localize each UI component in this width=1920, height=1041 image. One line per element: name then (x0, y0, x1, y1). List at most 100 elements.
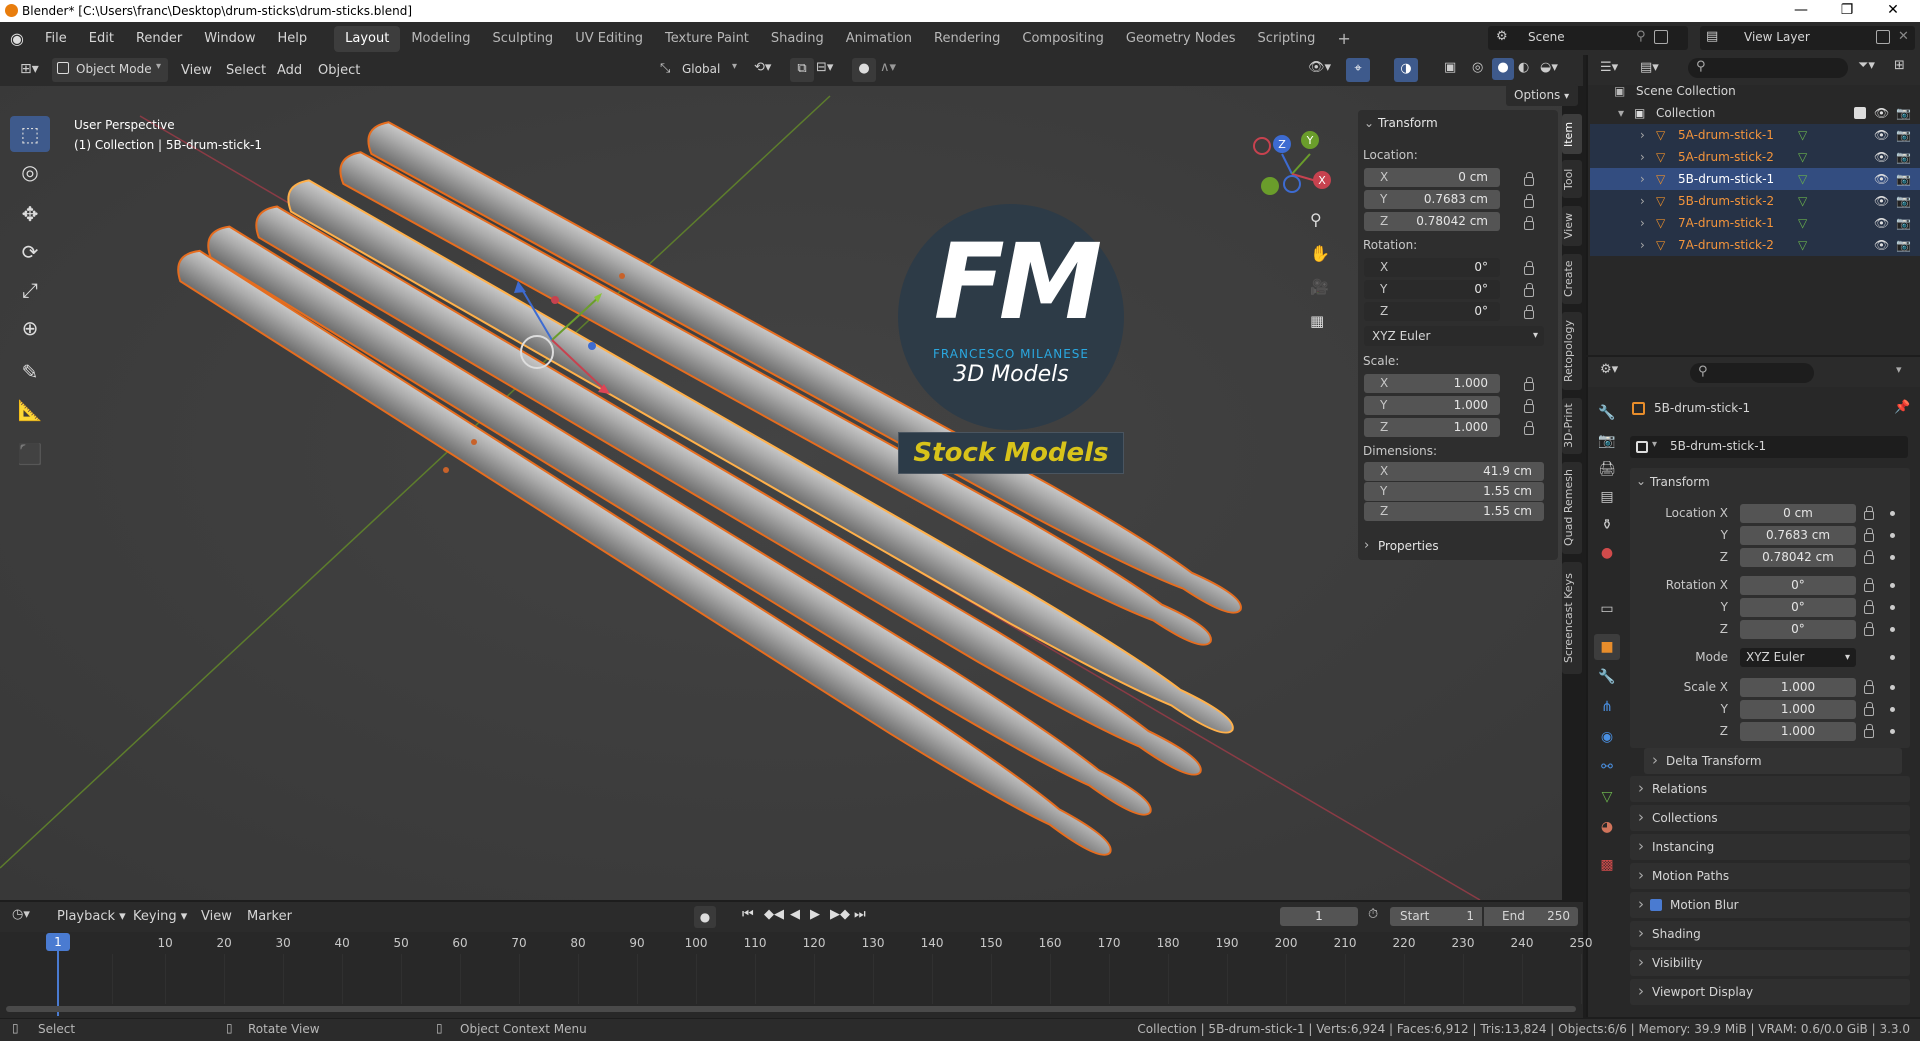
prop-rotation-y-field[interactable]: 0° (1740, 598, 1856, 617)
play-icon[interactable]: ▶ (810, 907, 820, 922)
npanel-properties-section[interactable]: Properties (1378, 539, 1439, 553)
properties-section-visibility[interactable]: Visibility (1630, 949, 1910, 976)
properties-section-relations[interactable]: Relations (1630, 775, 1910, 802)
workspace-tab-compositing[interactable]: Compositing (1011, 26, 1115, 52)
prop-scale-x-field[interactable]: 1.000 (1740, 678, 1856, 697)
outliner-item-label[interactable]: 7A-drum-stick-1 (1678, 212, 1774, 234)
options-dropdown[interactable]: Options ▾ (1506, 84, 1578, 106)
scale-tool[interactable]: ⤢ (10, 272, 50, 308)
keyframe-dot-icon[interactable] (1890, 685, 1895, 690)
outliner-item[interactable]: › ▽ 5B-drum-stick-1 ▽ 👁 📷 (1590, 168, 1920, 190)
render-properties-tab[interactable]: 📷 (1594, 428, 1620, 454)
scene-selector[interactable]: ⚙ Scene ⚲ (1488, 26, 1688, 50)
play-reverse-icon[interactable]: ◀ (790, 907, 800, 922)
transform-orientation-dropdown[interactable]: ⤡ Global ▾ (656, 58, 744, 82)
measure-tool[interactable]: 📐 (10, 392, 50, 428)
outliner-item[interactable]: › ▽ 5B-drum-stick-2 ▽ 👁 📷 (1590, 190, 1920, 212)
zoom-icon[interactable]: ⚲ (1310, 210, 1322, 229)
jump-start-icon[interactable]: ⏮ (742, 907, 754, 922)
maximize-button[interactable]: ❐ (1824, 0, 1870, 22)
lock-icon[interactable] (1864, 680, 1874, 694)
next-keyframe-icon[interactable]: ▶◆ (830, 907, 850, 922)
remove-view-layer-icon[interactable]: ✕ (1898, 29, 1909, 44)
sidebar-tab-tool[interactable]: Tool (1562, 160, 1582, 198)
chevron-right-icon[interactable]: › (1640, 212, 1645, 234)
menu-window[interactable]: Window (193, 22, 266, 55)
outliner-item-label[interactable]: 5B-drum-stick-2 (1678, 190, 1774, 212)
chevron-right-icon[interactable]: › (1640, 124, 1645, 146)
keyframe-dot-icon[interactable] (1890, 583, 1895, 588)
outliner-item-label[interactable]: 5A-drum-stick-2 (1678, 146, 1774, 168)
dimensions-y-field[interactable]: 1.55 cm (1364, 482, 1544, 501)
new-view-layer-icon[interactable] (1876, 30, 1890, 44)
keyframe-dot-icon[interactable] (1890, 655, 1895, 660)
keyframe-dot-icon[interactable] (1890, 707, 1895, 712)
cursor-tool[interactable]: ◎ (10, 154, 50, 190)
add-cube-tool[interactable]: ⬛ (10, 436, 50, 472)
prev-keyframe-icon[interactable]: ◆◀ (764, 907, 784, 922)
keyframe-dot-icon[interactable] (1890, 729, 1895, 734)
workspace-tab-geometry-nodes[interactable]: Geometry Nodes (1115, 26, 1247, 52)
eye-icon[interactable]: 👁 (1874, 102, 1889, 124)
prop-scale-y-field[interactable]: 1.000 (1740, 700, 1856, 719)
workspace-tab-uv-editing[interactable]: UV Editing (564, 26, 654, 52)
camera-view-icon[interactable]: 🎥 (1310, 278, 1329, 296)
chevron-right-icon[interactable]: › (1364, 538, 1369, 553)
viewport-canvas[interactable]: Z Y X (0, 86, 1562, 900)
prop-location-y-field[interactable]: 0.7683 cm (1740, 526, 1856, 545)
lock-icon[interactable] (1524, 305, 1534, 319)
prop-rotation-z-field[interactable]: 0° (1740, 620, 1856, 639)
npanel-transform-title[interactable]: Transform (1378, 116, 1438, 130)
material-properties-tab[interactable]: ◕ (1594, 814, 1620, 840)
scene-properties-tab[interactable]: ⚱ (1594, 512, 1620, 538)
pan-hand-icon[interactable]: ✋ (1310, 244, 1330, 263)
new-scene-icon[interactable] (1654, 30, 1668, 44)
jump-end-icon[interactable]: ⏭ (854, 907, 866, 922)
output-properties-tab[interactable]: 🖨 (1594, 456, 1620, 482)
timeline-scrollbar[interactable] (6, 1006, 1576, 1012)
camera-icon[interactable]: 📷 (1896, 212, 1911, 234)
sidebar-tab-3d-print[interactable]: 3D-Print (1562, 398, 1582, 454)
menu-edit[interactable]: Edit (78, 22, 125, 55)
workspace-tab-texture-paint[interactable]: Texture Paint (654, 26, 760, 52)
outliner-item[interactable]: › ▽ 5A-drum-stick-1 ▽ 👁 📷 (1590, 124, 1920, 146)
annotate-tool[interactable]: ✎ (10, 354, 50, 390)
keyframe-dot-icon[interactable] (1890, 533, 1895, 538)
falloff-icon[interactable]: ∧▾ (880, 60, 896, 75)
overlay-toggle-icon[interactable]: ◑ (1394, 58, 1418, 82)
visibility-filter-icon[interactable]: 👁▾ (1308, 60, 1331, 75)
prop-scale-z-field[interactable]: 1.000 (1740, 722, 1856, 741)
viewport-menu-object[interactable]: Object (307, 55, 371, 86)
keyframe-dot-icon[interactable] (1890, 555, 1895, 560)
timeline-menu-view[interactable]: View (190, 902, 243, 932)
pivot-point-icon[interactable]: ⟲▾ (754, 60, 771, 75)
sidebar-tab-view[interactable]: View (1562, 206, 1582, 246)
prop-location-x-field[interactable]: 0 cm (1740, 504, 1856, 523)
camera-icon[interactable]: 📷 (1896, 234, 1911, 256)
workspace-tab-sculpting[interactable]: Sculpting (481, 26, 564, 52)
lock-icon[interactable] (1524, 216, 1534, 230)
chevron-right-icon[interactable]: › (1640, 146, 1645, 168)
prop-rotation-x-field[interactable]: 0° (1740, 576, 1856, 595)
rotate-tool[interactable]: ⟳ (10, 234, 50, 270)
object-transform-title[interactable]: Transform (1650, 475, 1710, 489)
rotation-mode-dropdown[interactable]: XYZ Euler ▾ (1364, 326, 1544, 346)
workspace-tab-shading[interactable]: Shading (760, 26, 835, 52)
checkbox-icon[interactable] (1854, 107, 1866, 119)
view-layer-properties-tab[interactable]: ▤ (1594, 484, 1620, 510)
shading-wireframe-icon[interactable]: ◎ (1472, 60, 1483, 75)
data-properties-tab[interactable]: ▽ (1594, 784, 1620, 810)
proportional-editing-icon[interactable]: ● (852, 58, 876, 82)
chevron-down-icon[interactable]: ⌄ (1364, 116, 1374, 130)
lock-icon[interactable] (1864, 600, 1874, 614)
chevron-right-icon[interactable]: › (1640, 190, 1645, 212)
dimensions-x-field[interactable]: 41.9 cm (1364, 462, 1544, 481)
keyframe-dot-icon[interactable] (1890, 627, 1895, 632)
outliner-editor-icon[interactable]: ☰▾ (1600, 60, 1618, 75)
constraint-properties-tab[interactable]: ⚯ (1594, 754, 1620, 780)
eye-icon[interactable]: 👁 (1874, 212, 1889, 234)
chevron-down-icon[interactable]: ▾ (1618, 102, 1624, 124)
move-tool[interactable]: ✥ (10, 196, 50, 232)
snap-toggle-icon[interactable]: ⧉ (790, 58, 814, 82)
gizmo-toggle-icon[interactable]: ⌖ (1346, 58, 1370, 82)
